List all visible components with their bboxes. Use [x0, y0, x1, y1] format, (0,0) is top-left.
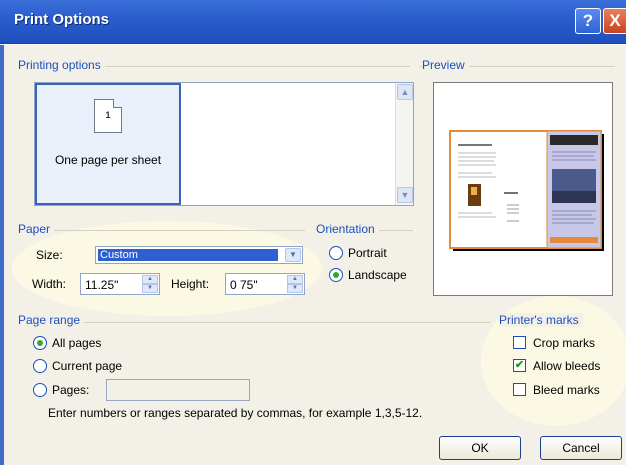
preview-photo-left-glow [471, 187, 477, 195]
width-spinner[interactable]: 11.25" ▲ ▼ [80, 273, 160, 295]
current-page-label[interactable]: Current page [52, 359, 122, 373]
height-spin-buttons[interactable]: ▲ ▼ [287, 275, 303, 293]
option-one-page-per-sheet[interactable]: 1 One page per sheet [35, 83, 181, 205]
paper-label: Paper [18, 222, 55, 236]
arrow-up-icon[interactable]: ▲ [142, 275, 158, 284]
landscape-label[interactable]: Landscape [348, 268, 407, 282]
help-button[interactable]: ? [575, 8, 601, 34]
portrait-label[interactable]: Portrait [348, 246, 387, 260]
all-pages-radio[interactable] [33, 336, 47, 350]
page-icon: 1 [94, 99, 122, 133]
checkmark-icon: ✔ [514, 359, 525, 371]
size-value: Custom [98, 249, 278, 261]
size-label: Size: [36, 248, 63, 262]
printing-options-list[interactable]: 1 One page per sheet ▲ ▼ [34, 82, 414, 206]
width-value: 11.25" [85, 278, 119, 292]
brochure-preview [449, 130, 604, 251]
title-bar[interactable]: Print Options ? X [0, 0, 626, 44]
portrait-radio[interactable] [329, 246, 343, 260]
cancel-button[interactable]: Cancel [540, 436, 622, 460]
all-pages-label[interactable]: All pages [52, 336, 101, 350]
bleed-marks-checkbox[interactable] [513, 383, 526, 396]
allow-bleeds-label[interactable]: Allow bleeds [533, 359, 600, 373]
option-label: One page per sheet [54, 153, 162, 167]
arrow-up-icon[interactable]: ▲ [287, 275, 303, 284]
preview-photo-right-ground [552, 191, 596, 203]
close-button[interactable]: X [603, 8, 626, 34]
chevron-down-icon[interactable]: ▼ [285, 248, 301, 262]
preview-pane [433, 82, 613, 296]
crop-marks-label[interactable]: Crop marks [533, 336, 595, 350]
arrow-down-icon[interactable]: ▼ [287, 284, 303, 293]
preview-label: Preview [422, 58, 469, 72]
height-value: 0 75" [230, 278, 258, 292]
page-number: 1 [105, 110, 111, 120]
pages-input[interactable] [106, 379, 250, 401]
ok-button[interactable]: OK [439, 436, 521, 460]
height-spinner[interactable]: 0 75" ▲ ▼ [225, 273, 305, 295]
highlight-paper [12, 221, 322, 316]
allow-bleeds-checkbox[interactable]: ✔ [513, 359, 526, 372]
vertical-scrollbar[interactable]: ▲ ▼ [395, 83, 413, 205]
page-range-rule [20, 322, 490, 323]
current-page-radio[interactable] [33, 359, 47, 373]
paper-rule [20, 230, 305, 231]
height-label: Height: [171, 277, 210, 291]
printing-options-label: Printing options [18, 58, 105, 72]
window-title: Print Options [14, 11, 109, 28]
width-label: Width: [32, 277, 67, 291]
printers-marks-label: Printer's marks [499, 313, 583, 327]
arrow-down-icon[interactable]: ▼ [142, 284, 158, 293]
crop-marks-checkbox[interactable] [513, 336, 526, 349]
bleed-marks-label[interactable]: Bleed marks [533, 383, 600, 397]
size-dropdown[interactable]: Custom ▼ [95, 246, 303, 264]
chevron-down-icon[interactable]: ▼ [397, 187, 413, 203]
pages-label[interactable]: Pages: [52, 383, 89, 397]
orientation-label: Orientation [316, 222, 379, 236]
chevron-up-icon[interactable]: ▲ [397, 84, 413, 100]
preview-panel-header [550, 135, 598, 145]
preview-panel-footer [550, 237, 598, 243]
landscape-radio[interactable] [329, 268, 343, 282]
width-spin-buttons[interactable]: ▲ ▼ [142, 275, 158, 293]
page-range-instructions: Enter numbers or ranges separated by com… [48, 406, 423, 420]
page-range-label: Page range [18, 313, 85, 327]
pages-radio[interactable] [33, 383, 47, 397]
